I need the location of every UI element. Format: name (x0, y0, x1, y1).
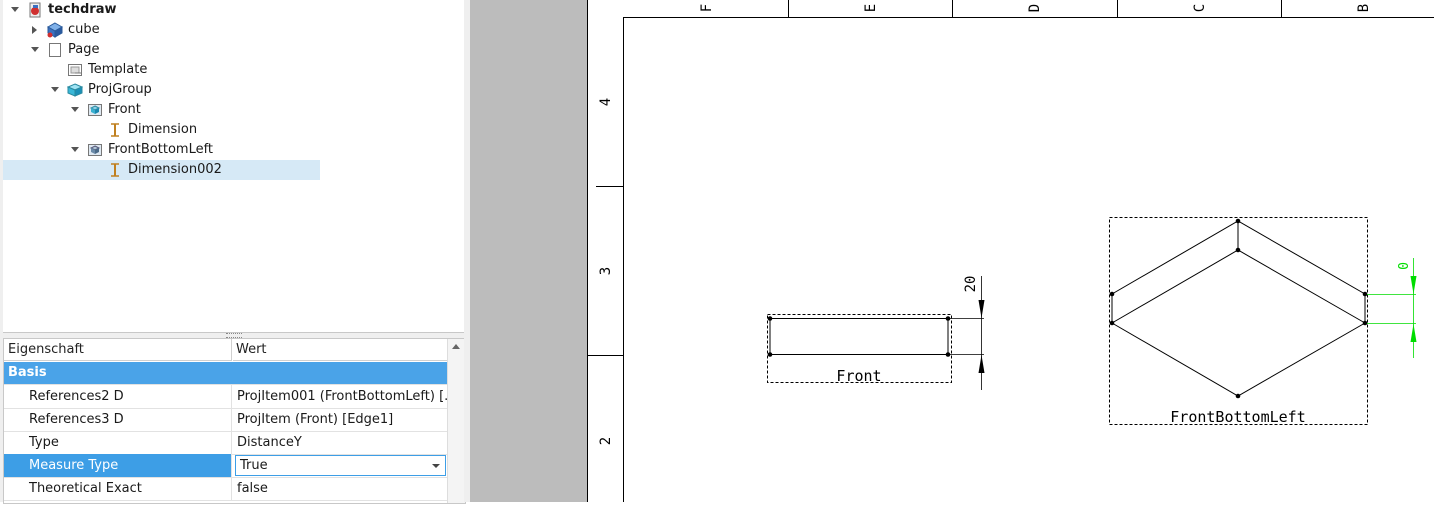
column-header-property[interactable]: Eigenschaft (4, 339, 232, 361)
property-row-references3d[interactable]: References3 D ProjItem (Front) [Edge1] (4, 408, 447, 432)
dropdown-value: True (240, 458, 268, 473)
view-label: FrontBottomLeft (1170, 408, 1305, 426)
property-key: References2 D (4, 385, 232, 408)
projgroup-icon (66, 82, 84, 98)
property-row-type[interactable]: Type DistanceY (4, 431, 447, 455)
vertex-point[interactable] (1235, 393, 1241, 399)
view-icon (87, 102, 103, 118)
tree-item-frontbottomleft[interactable]: FrontBottomLeft (3, 140, 323, 160)
canvas-background (470, 0, 587, 502)
column-header-value[interactable]: Wert (233, 339, 447, 361)
vertex-point[interactable] (1362, 291, 1368, 297)
dimension-icon (107, 162, 123, 178)
tree-item-label: Dimension (128, 122, 198, 137)
zone-label-column: B (1356, 4, 1372, 12)
tree-item-projgroup[interactable]: ProjGroup (3, 80, 323, 100)
expand-arrow-icon[interactable] (29, 40, 41, 60)
property-key: Theoretical Exact (4, 477, 232, 500)
vertex-point[interactable] (1109, 291, 1115, 297)
dimension-value: 0 (1397, 262, 1412, 270)
view-label: Front (836, 367, 881, 385)
property-value[interactable]: false (233, 477, 447, 500)
tree-item-label: Page (68, 42, 100, 57)
vertex-point[interactable] (1109, 320, 1115, 326)
dimension-icon (107, 122, 123, 138)
vertex-point[interactable] (1362, 320, 1368, 326)
property-key: Type (4, 431, 232, 454)
group-label: Basis (8, 365, 47, 380)
expand-arrow-icon[interactable] (69, 100, 81, 120)
document-icon (27, 2, 43, 18)
drawing-sheet (587, 0, 1434, 502)
vertex-point[interactable] (945, 352, 951, 357)
expand-arrow-icon[interactable] (29, 20, 41, 40)
cube-icon (46, 22, 64, 38)
zone-label-row: 3 (598, 267, 614, 275)
zone-label-row: 2 (598, 437, 614, 445)
property-row-references2d[interactable]: References2 D ProjItem001 (FrontBottomLe… (4, 385, 447, 409)
expand-arrow-icon[interactable] (9, 0, 21, 20)
property-value[interactable]: ProjItem (Front) [Edge1] (233, 408, 447, 431)
page-icon (47, 42, 63, 58)
vertex-point[interactable] (767, 316, 773, 321)
tree-item-dimension002[interactable]: Dimension002 (3, 160, 320, 180)
tree-item-label: cube (68, 22, 100, 37)
chevron-down-icon[interactable] (432, 464, 440, 468)
model-tree: techdraw cube Page Template ProjGroup Fr… (3, 0, 465, 333)
tree-item-cube[interactable]: cube (3, 20, 323, 40)
tree-item-techdraw[interactable]: techdraw (3, 0, 323, 20)
drawing-canvas[interactable]: F E D C B 4 3 2 Front 20 FrontBottomLeft… (470, 0, 1434, 502)
drawing-svg: F E D C B 4 3 2 Front 20 FrontBottomLeft… (470, 0, 1434, 502)
tree-item-dimension[interactable]: Dimension (3, 120, 323, 140)
tree-item-front[interactable]: Front (3, 100, 323, 120)
tree-item-template[interactable]: Template (3, 60, 323, 80)
expand-arrow-icon[interactable] (49, 80, 61, 100)
vertex-point[interactable] (1235, 247, 1241, 253)
vertex-point[interactable] (945, 316, 951, 321)
scroll-up-icon[interactable] (452, 344, 460, 349)
zone-label-column: F (699, 4, 715, 12)
zone-label-column: D (1027, 4, 1043, 12)
property-key: Measure Type (4, 454, 232, 477)
property-value[interactable]: DistanceY (233, 431, 447, 454)
template-icon (67, 62, 83, 78)
property-row-measure-type[interactable]: Measure Type True (4, 454, 447, 478)
tree-item-label: techdraw (48, 2, 117, 17)
tree-item-label: Dimension002 (128, 162, 222, 177)
zone-label-column: C (1192, 4, 1208, 12)
dimension-value: 20 (963, 276, 979, 293)
property-group-basis[interactable]: Basis (4, 362, 447, 385)
zone-label-row: 4 (598, 98, 614, 106)
left-panel: techdraw cube Page Template ProjGroup Fr… (0, 0, 470, 504)
tree-item-label: ProjGroup (88, 82, 152, 97)
tree-item-label: Front (108, 102, 141, 117)
zone-label-column: E (863, 4, 879, 12)
tree-item-label: Template (88, 62, 148, 77)
expand-arrow-icon[interactable] (69, 140, 81, 160)
property-key: References3 D (4, 408, 232, 431)
tree-item-page[interactable]: Page (3, 40, 323, 60)
property-value[interactable]: ProjItem001 (FrontBottomLeft) [... (233, 385, 447, 408)
vertex-point[interactable] (767, 352, 773, 357)
measure-type-dropdown[interactable]: True (235, 455, 446, 476)
vertex-point[interactable] (1235, 218, 1241, 224)
property-row-theoretical-exact[interactable]: Theoretical Exact false (4, 477, 447, 501)
view-icon (87, 142, 103, 158)
property-editor: Eigenschaft Wert Basis References2 D Pro… (3, 338, 466, 504)
vertical-scrollbar[interactable] (447, 339, 465, 503)
tree-item-label: FrontBottomLeft (108, 142, 214, 157)
